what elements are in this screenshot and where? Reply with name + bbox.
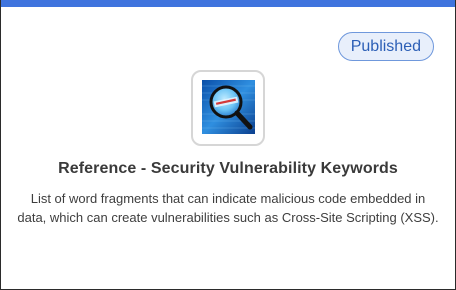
card-title: Reference - Security Vulnerability Keywo…	[58, 160, 398, 177]
card-accent-bar	[1, 0, 455, 7]
card-description: List of word fragments that can indicate…	[17, 191, 439, 225]
magnifier-vulnerability-icon	[202, 80, 255, 134]
card-thumbnail[interactable]	[191, 70, 265, 146]
dataset-card[interactable]: Published Reference - Security Vulnerabi…	[0, 0, 456, 290]
status-badge: Published	[337, 32, 434, 61]
